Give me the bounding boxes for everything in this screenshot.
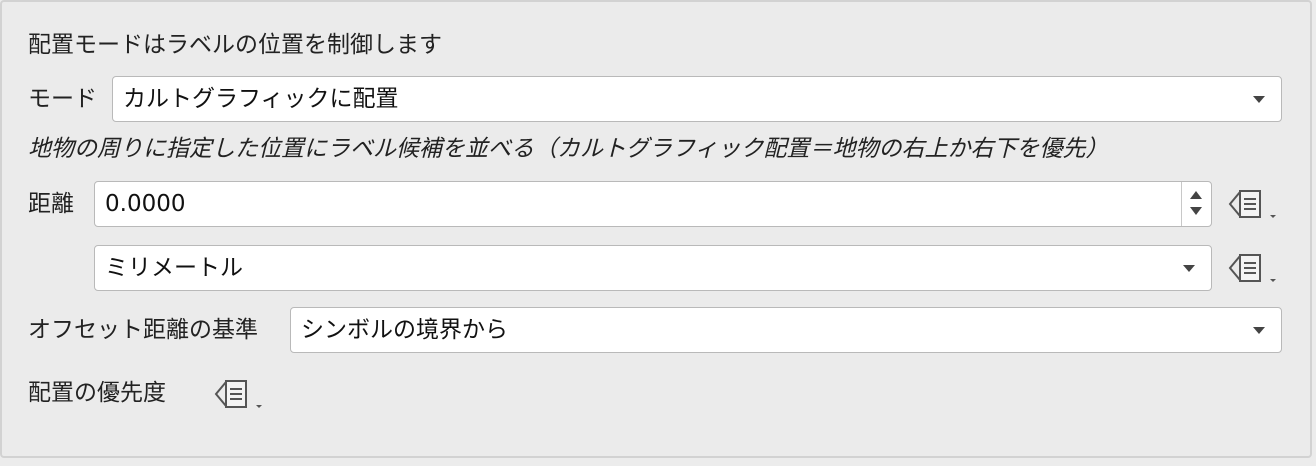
priority-label: 配置の優先度	[28, 380, 166, 406]
mode-select-value: カルトグラフィックに配置	[123, 86, 399, 112]
chevron-down-icon	[1183, 265, 1195, 272]
distance-label: 距離	[28, 191, 74, 217]
spin-down-icon[interactable]	[1190, 207, 1202, 215]
unit-select-value: ミリメートル	[105, 255, 243, 281]
offset-reference-label: オフセット距離の基準	[28, 317, 258, 343]
distance-spinbox[interactable]: 0.0000	[94, 181, 1212, 227]
mode-label: モード	[28, 86, 97, 112]
unit-select[interactable]: ミリメートル	[94, 245, 1212, 291]
mode-select[interactable]: カルトグラフィックに配置	[112, 76, 1282, 122]
distance-value: 0.0000	[105, 191, 186, 217]
data-defined-override-icon[interactable]	[1228, 248, 1284, 288]
offset-reference-value: シンボルの境界から	[301, 317, 508, 343]
data-defined-override-icon[interactable]	[214, 374, 270, 414]
offset-reference-select[interactable]: シンボルの境界から	[290, 307, 1282, 353]
data-defined-override-icon[interactable]	[1228, 184, 1284, 224]
spin-up-icon[interactable]	[1190, 191, 1202, 199]
placement-hint: 地物の周りに指定した位置にラベル候補を並べる（カルトグラフィック配置＝地物の右上…	[28, 136, 1109, 162]
chevron-down-icon	[1253, 327, 1265, 334]
placement-description: 配置モードはラベルの位置を制御します	[28, 32, 442, 58]
placement-panel: 配置モードはラベルの位置を制御します モード カルトグラフィックに配置 地物の周…	[0, 0, 1312, 458]
spinbox-arrows-icon[interactable]	[1181, 182, 1211, 226]
chevron-down-icon	[1253, 96, 1265, 103]
